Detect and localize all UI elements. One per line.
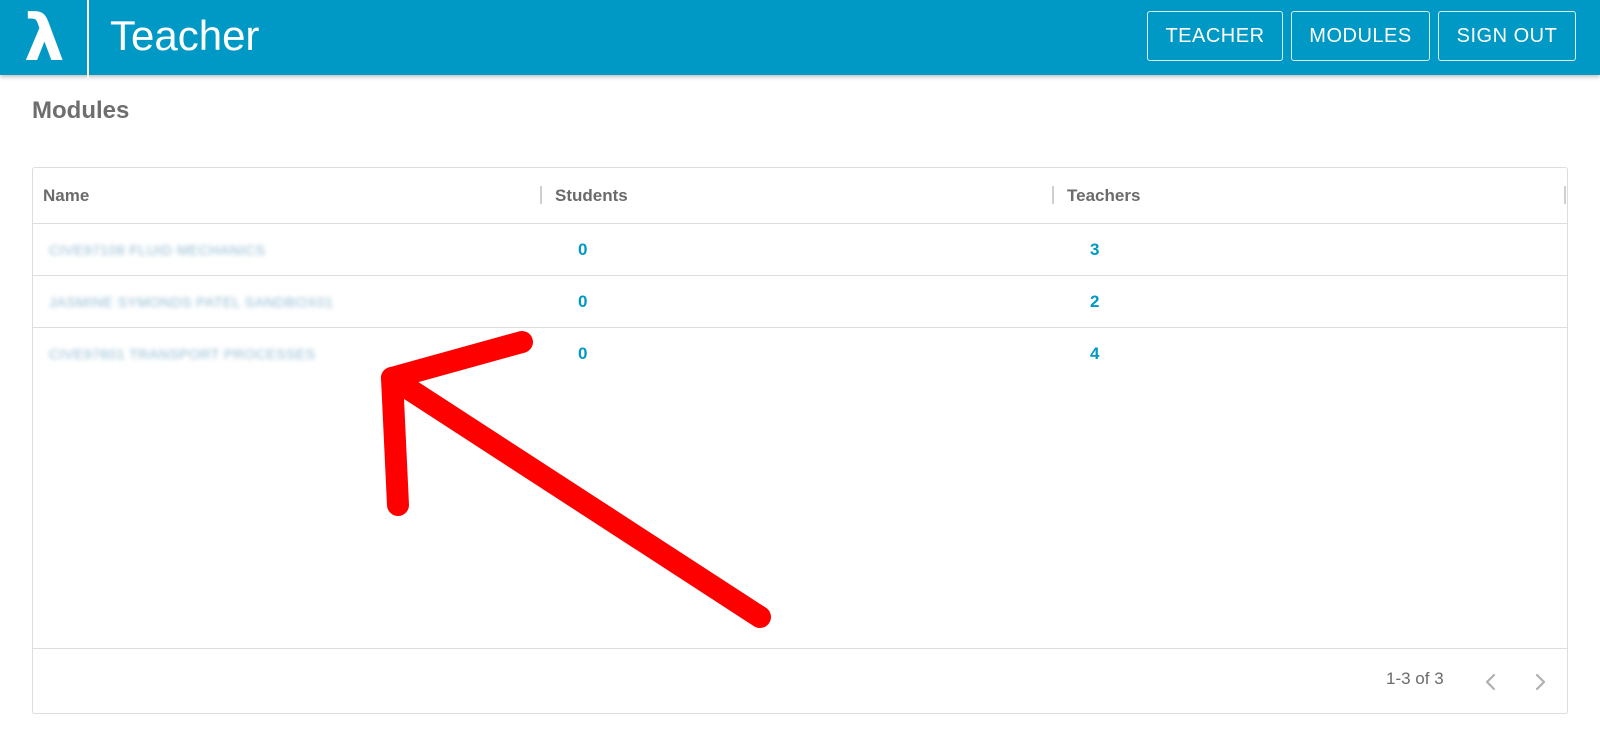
modules-table: Name Students Teachers CIVE97108 FLUID M… <box>32 167 1568 714</box>
table-row[interactable]: CIVE97108 FLUID MECHANICS 0 3 <box>33 224 1567 276</box>
table-row[interactable]: CIVE97601 TRANSPORT PROCESSES 0 4 <box>33 328 1567 380</box>
column-header-students[interactable]: Students <box>555 168 628 224</box>
column-header-teachers[interactable]: Teachers <box>1067 168 1140 224</box>
page-title: Modules <box>32 97 130 124</box>
svg-text:λ: λ <box>24 2 65 75</box>
lambda-logo-icon: λ <box>24 2 65 75</box>
table-header: Name Students Teachers <box>33 168 1567 224</box>
app-title: Teacher <box>110 12 260 59</box>
column-header-name[interactable]: Name <box>43 168 89 224</box>
students-count-link[interactable]: 0 <box>578 328 587 380</box>
modules-nav-button[interactable]: MODULES <box>1291 11 1430 61</box>
chevron-right-icon[interactable] <box>1525 667 1555 697</box>
app-bar: λ Teacher TEACHER MODULES SIGN OUT <box>0 0 1600 78</box>
table-footer: 1-3 of 3 <box>33 648 1567 714</box>
pagination-range: 1-3 of 3 <box>1386 669 1444 688</box>
column-resize-handle[interactable] <box>1564 186 1566 204</box>
module-name-cell[interactable]: JASMINE SYMONDS PATEL SANDBOX01 <box>49 276 333 328</box>
module-name-cell[interactable]: CIVE97108 FLUID MECHANICS <box>49 224 265 276</box>
students-count-link[interactable]: 0 <box>578 276 587 328</box>
column-resize-handle[interactable] <box>540 186 542 204</box>
teachers-count-link[interactable]: 3 <box>1090 224 1099 276</box>
chevron-left-icon[interactable] <box>1476 667 1506 697</box>
students-count-link[interactable]: 0 <box>578 224 587 276</box>
module-name-cell[interactable]: CIVE97601 TRANSPORT PROCESSES <box>49 328 316 380</box>
app-bar-divider <box>87 0 89 78</box>
column-resize-handle[interactable] <box>1052 186 1054 204</box>
teacher-nav-button[interactable]: TEACHER <box>1147 11 1283 61</box>
table-row[interactable]: JASMINE SYMONDS PATEL SANDBOX01 0 2 <box>33 276 1567 328</box>
teachers-count-link[interactable]: 2 <box>1090 276 1099 328</box>
sign-out-button[interactable]: SIGN OUT <box>1438 11 1576 61</box>
teachers-count-link[interactable]: 4 <box>1090 328 1099 380</box>
